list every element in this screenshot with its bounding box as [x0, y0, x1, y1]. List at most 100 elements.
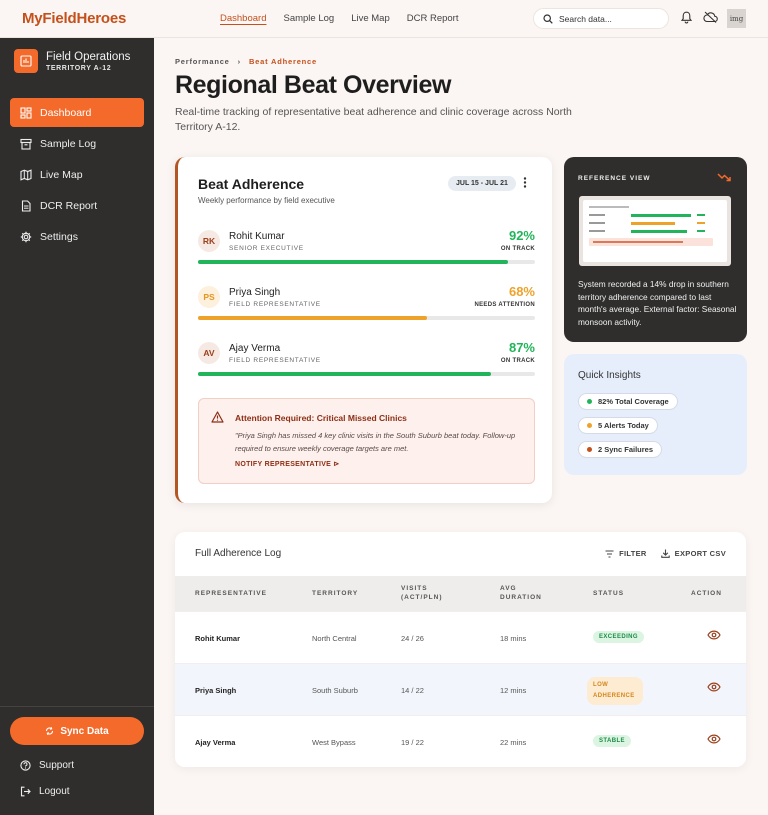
sidebar-item-settings[interactable]: Settings [10, 223, 144, 252]
column-header: ACTION [691, 590, 722, 597]
cell-representative: Priya Singh [195, 686, 237, 695]
sidebar-divider [0, 706, 154, 707]
document-icon [21, 200, 31, 212]
workspace-icon [14, 49, 38, 73]
cell-visits: 14 / 22 [401, 686, 424, 695]
sidebar-item-live-map[interactable]: Live Map [10, 160, 144, 189]
sidebar-item-sample-log[interactable]: Sample Log [10, 129, 144, 158]
topnav-dcr-report[interactable]: DCR Report [407, 13, 459, 24]
avatar[interactable]: img [727, 9, 746, 28]
sync-label: Sync Data [60, 725, 109, 737]
quick-insights-card: Quick Insights 82% Total Coverage 5 Aler… [564, 354, 747, 475]
breadcrumb-current: Beat Adherence [248, 57, 317, 66]
breadcrumb: Performance › Beat Adherence [175, 57, 317, 66]
progress-fill [198, 372, 492, 376]
insight-label: 5 Alerts Today [598, 421, 649, 430]
search-box[interactable] [533, 8, 669, 29]
search-input[interactable] [559, 13, 659, 24]
filter-button[interactable]: FILTER [605, 549, 647, 558]
sidebar-item-label: Settings [40, 231, 78, 244]
filter-icon [605, 549, 614, 558]
insight-pill[interactable]: 5 Alerts Today [578, 417, 658, 434]
rep-role: SENIOR EXECUTIVE [229, 245, 304, 252]
rep-avatar: RK [198, 230, 220, 252]
gear-icon [20, 232, 32, 243]
missed-clinics-alert: Attention Required: Critical Missed Clin… [198, 398, 535, 484]
insight-pill[interactable]: 82% Total Coverage [578, 393, 678, 410]
status-badge: STABLE [593, 735, 631, 747]
status-badge: LOW ADHERENCE [587, 677, 643, 705]
date-range-pill[interactable]: JUL 15 - JUL 21 [448, 176, 516, 191]
eye-icon[interactable] [707, 682, 721, 692]
rep-status: NEEDS ATTENTION [474, 302, 535, 308]
notify-representative-link[interactable]: NOTIFY REPRESENTATIVE ⊳ [235, 460, 340, 468]
insight-label: 82% Total Coverage [598, 397, 669, 406]
status-dot [587, 399, 592, 404]
breadcrumb-parent[interactable]: Performance [175, 57, 230, 66]
dashboard-icon [20, 106, 32, 119]
reference-view-card: REFERENCE VIEW System recorded a 14% dro… [564, 157, 747, 342]
send-icon: ⊳ [333, 461, 340, 468]
cell-visits: 24 / 26 [401, 634, 424, 643]
page-title: Regional Beat Overview [175, 71, 452, 99]
reference-description: System recorded a 14% drop in southern t… [578, 279, 737, 327]
workspace-title: Field Operations [46, 50, 131, 63]
cell-representative: Ajay Verma [195, 738, 236, 747]
rep-avatar: AV [198, 342, 220, 364]
cell-representative: Rohit Kumar [195, 634, 240, 643]
status-badge: EXCEEDING [593, 631, 644, 643]
sidebar-item-dcr-report[interactable]: DCR Report [10, 192, 144, 221]
more-options-icon[interactable] [522, 176, 528, 189]
reference-thumbnail[interactable] [579, 196, 731, 266]
rep-name: Rohit Kumar [229, 231, 285, 242]
eye-icon[interactable] [707, 734, 721, 744]
table-header: REPRESENTATIVE TERRITORY VISITS (ACT/PLN… [175, 576, 746, 611]
logout-label: Logout [39, 786, 70, 797]
download-icon [660, 549, 670, 558]
rep-row[interactable]: AV Ajay Verma FIELD REPRESENTATIVE 87% O… [198, 340, 535, 392]
topnav-live-map[interactable]: Live Map [351, 13, 390, 24]
cell-territory: North Central [312, 634, 357, 643]
rep-avatar: PS [198, 286, 220, 308]
cell-visits: 19 / 22 [401, 738, 424, 747]
column-header: STATUS [593, 590, 625, 597]
progress-track [198, 260, 535, 264]
column-header: REPRESENTATIVE [195, 590, 267, 597]
table-row[interactable]: Rohit Kumar North Central 24 / 26 18 min… [175, 611, 746, 663]
breadcrumb-separator: › [237, 57, 241, 66]
insight-pill[interactable]: 2 Sync Failures [578, 441, 663, 458]
rep-role: FIELD REPRESENTATIVE [229, 301, 321, 308]
rep-name: Ajay Verma [229, 343, 281, 354]
eye-icon[interactable] [707, 630, 721, 640]
rep-row[interactable]: PS Priya Singh FIELD REPRESENTATIVE 68% … [198, 284, 535, 336]
search-icon [543, 13, 553, 24]
cell-duration: 12 mins [500, 686, 527, 695]
sync-data-button[interactable]: Sync Data [10, 717, 144, 745]
trending-down-icon [717, 173, 731, 182]
column-header: TERRITORY [312, 590, 359, 597]
progress-fill [198, 316, 428, 320]
bell-icon[interactable] [681, 11, 692, 24]
support-link[interactable]: Support [20, 760, 74, 771]
cloud-off-icon[interactable] [703, 11, 718, 23]
brand-logo[interactable]: MyFieldHeroes [22, 10, 126, 27]
rep-name: Priya Singh [229, 287, 281, 298]
log-title: Full Adherence Log [195, 548, 282, 559]
export-csv-button[interactable]: EXPORT CSV [660, 549, 726, 558]
status-dot [587, 447, 592, 452]
sidebar-item-label: Dashboard [40, 106, 92, 119]
topnav-sample-log[interactable]: Sample Log [283, 13, 334, 24]
rep-row[interactable]: RK Rohit Kumar SENIOR EXECUTIVE 92% ON T… [198, 228, 535, 280]
top-bar: MyFieldHeroes Dashboard Sample Log Live … [0, 0, 768, 38]
logout-icon [20, 786, 31, 797]
map-icon [20, 169, 32, 181]
sidebar-nav: Dashboard Sample Log Live Map DCR Report… [10, 98, 144, 254]
column-header: VISITS (ACT/PLN) [401, 585, 443, 601]
beat-adherence-card: Beat Adherence Weekly performance by fie… [175, 157, 552, 503]
topnav-dashboard[interactable]: Dashboard [220, 13, 266, 24]
sidebar-item-dashboard[interactable]: Dashboard [10, 98, 144, 127]
logout-link[interactable]: Logout [20, 786, 70, 797]
sync-icon [46, 727, 54, 735]
table-row[interactable]: Priya Singh South Suburb 14 / 22 12 mins… [175, 663, 746, 715]
table-row[interactable]: Ajay Verma West Bypass 19 / 22 22 mins S… [175, 715, 746, 767]
